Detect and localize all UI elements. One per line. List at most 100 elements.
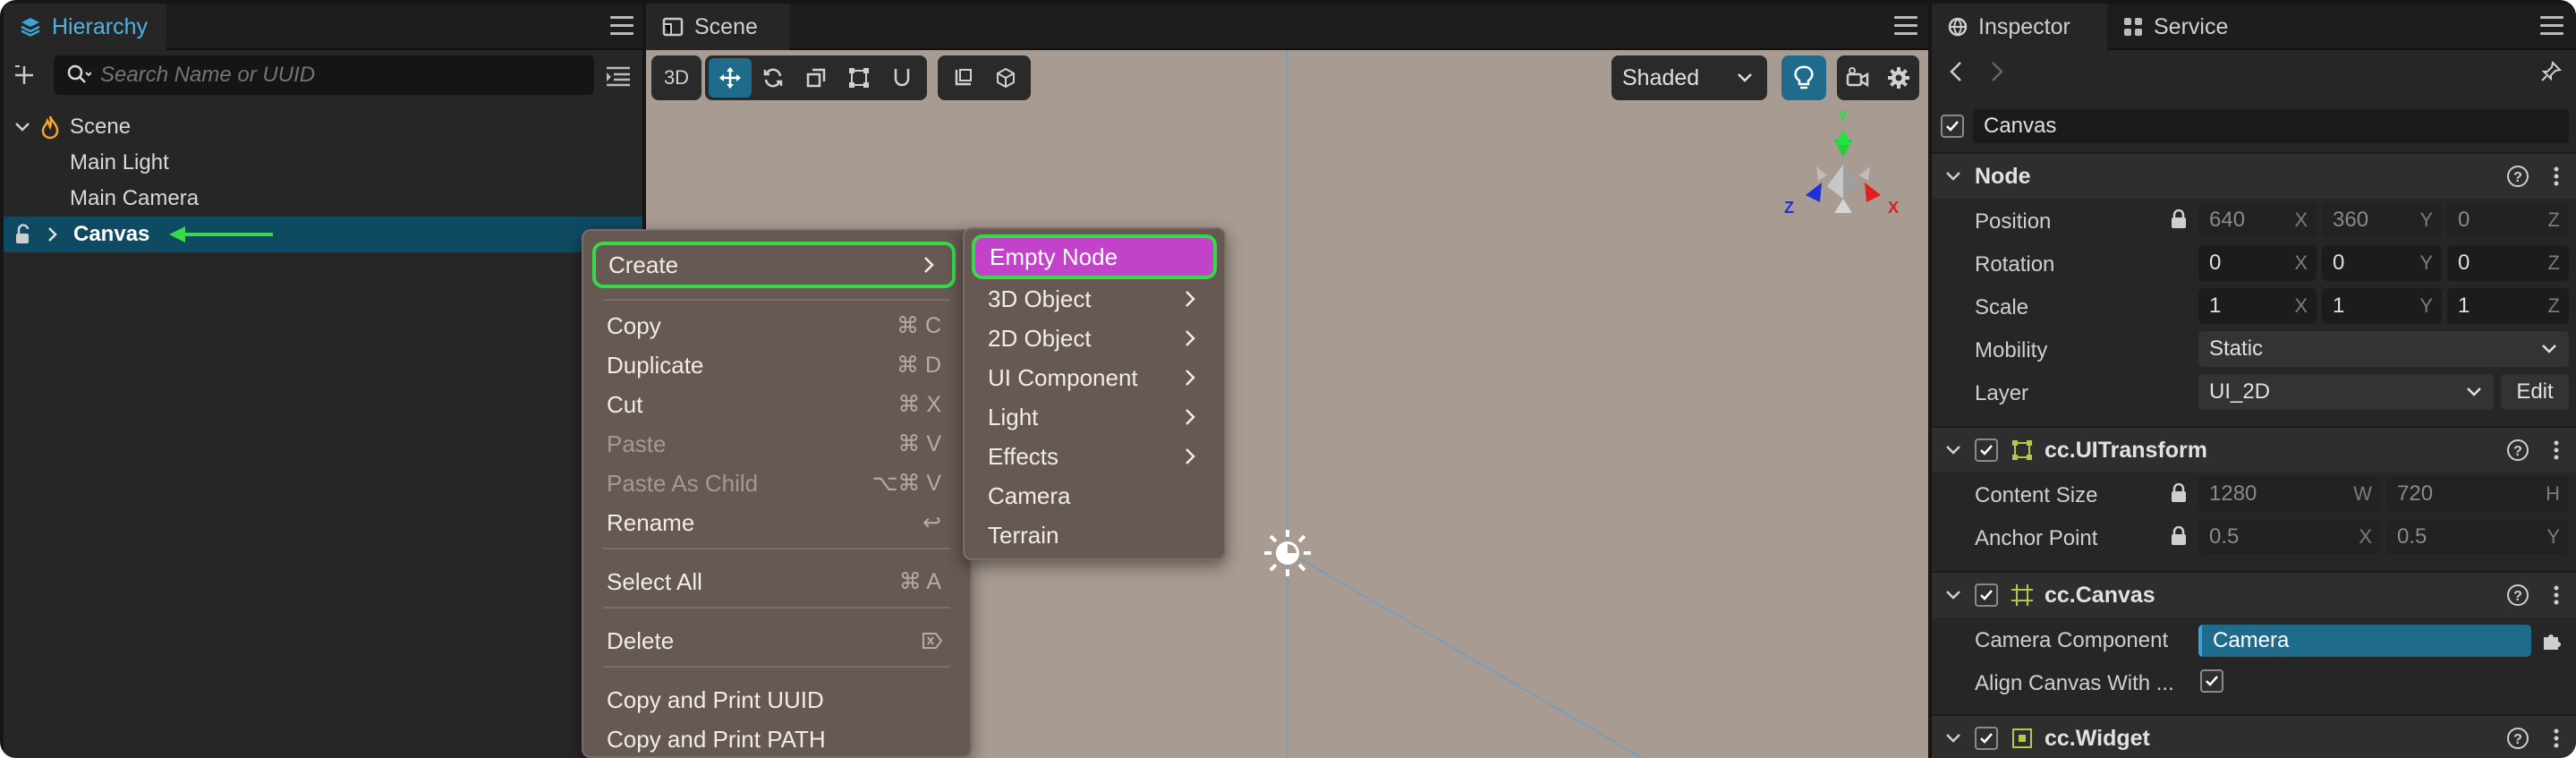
scale-y-field[interactable]: 1Y <box>2322 288 2442 324</box>
scale-z-field[interactable]: 1Z <box>2447 288 2569 324</box>
tab-service[interactable]: Service <box>2107 4 2265 50</box>
scale-tool-button[interactable] <box>795 58 837 98</box>
move-tool-button[interactable] <box>709 58 752 98</box>
camera-component-field[interactable]: Camera <box>2198 625 2531 657</box>
scene-camera-button[interactable] <box>1837 58 1878 98</box>
lighting-toggle-button[interactable] <box>1781 55 1826 100</box>
menu-item-copy-print-uuid[interactable]: Copy and Print UUID <box>583 680 970 720</box>
hierarchy-menu-icon[interactable] <box>610 16 633 38</box>
tree-node-main-light[interactable]: Main Light <box>70 145 169 181</box>
menu-item-duplicate[interactable]: Duplicate ⌘ D <box>583 345 970 385</box>
mobility-select[interactable]: Static <box>2198 331 2569 367</box>
menu-item-select-all[interactable]: Select All ⌘ A <box>583 562 970 601</box>
menu-item-create[interactable]: Create <box>592 242 956 288</box>
puzzle-piece-icon[interactable] <box>2540 630 2562 652</box>
pivot-button[interactable] <box>941 58 984 98</box>
uitransform-enabled-checkbox[interactable] <box>1975 439 1998 462</box>
layer-select[interactable]: UI_2D <box>2198 374 2494 410</box>
help-icon[interactable]: ? <box>2506 727 2529 750</box>
tab-hierarchy[interactable]: Hierarchy <box>4 4 166 50</box>
more-options-icon[interactable] <box>2553 584 2560 606</box>
rotate-tool-button[interactable] <box>752 58 795 98</box>
tab-inspector[interactable]: Inspector <box>1932 4 2107 50</box>
tree-node-main-camera[interactable]: Main Camera <box>70 181 199 217</box>
chevron-down-icon <box>1735 68 1755 88</box>
scale-x-field[interactable]: 1X <box>2198 288 2317 324</box>
tree-node-scene[interactable]: Scene <box>13 109 131 145</box>
scene-settings-button[interactable] <box>1878 58 1919 98</box>
node-name-input[interactable]: Canvas <box>1973 109 2569 143</box>
lock-icon[interactable] <box>2170 526 2188 546</box>
submenu-item-label: 3D Object <box>988 285 1092 312</box>
submenu-item-empty-node[interactable]: Empty Node <box>972 234 1217 279</box>
search-input[interactable] <box>100 59 583 91</box>
canvas-section-header[interactable]: cc.Canvas ? <box>1932 571 2576 617</box>
submenu-item-camera[interactable]: Camera <box>965 476 1224 515</box>
mode-3d-button[interactable]: 3D <box>655 58 698 98</box>
submenu-item-ui-component[interactable]: UI Component <box>965 358 1224 397</box>
tree-node-canvas[interactable]: Canvas <box>4 217 642 252</box>
position-x-field[interactable]: 640 X <box>2198 202 2317 238</box>
collapse-list-icon[interactable] <box>605 63 632 89</box>
content-width-value: 1280 <box>2209 481 2257 506</box>
back-arrow-icon[interactable] <box>1948 61 1964 82</box>
inspector-menu-icon[interactable] <box>2540 16 2563 38</box>
more-options-icon[interactable] <box>2553 166 2560 187</box>
help-icon[interactable]: ? <box>2506 165 2529 188</box>
more-options-icon[interactable] <box>2553 728 2560 749</box>
submenu-item-3d-object[interactable]: 3D Object <box>965 279 1224 319</box>
submenu-item-terrain[interactable]: Terrain <box>965 515 1224 555</box>
unlock-icon[interactable] <box>4 224 36 245</box>
anchor-y-field[interactable]: 0.5 Y <box>2386 519 2569 555</box>
layer-edit-button[interactable]: Edit <box>2501 374 2569 410</box>
local-global-button[interactable] <box>984 58 1027 98</box>
node-active-checkbox[interactable] <box>1941 115 1964 138</box>
rotation-z-field[interactable]: 0Z <box>2447 245 2569 281</box>
orientation-gizmo[interactable]: Y Z X <box>1781 107 1906 229</box>
rect-tool-button[interactable] <box>837 58 880 98</box>
lock-icon[interactable] <box>2170 483 2188 503</box>
add-node-icon[interactable] <box>11 59 38 91</box>
position-y-field[interactable]: 360 Y <box>2322 202 2442 238</box>
submenu-item-light[interactable]: Light <box>965 397 1224 437</box>
menu-item-paste-as-child[interactable]: Paste As Child ⌥⌘ V <box>583 464 970 503</box>
menu-item-rename[interactable]: Rename ↩ <box>583 503 970 542</box>
axis-z-label: Z <box>2547 294 2560 317</box>
menu-item-cut[interactable]: Cut ⌘ X <box>583 385 970 424</box>
uitransform-section-header[interactable]: cc.UITransform ? <box>1932 426 2576 473</box>
forward-arrow-icon[interactable] <box>1989 61 2005 82</box>
menu-item-label: Duplicate <box>607 351 704 379</box>
scene-light-gizmo-icon[interactable] <box>1262 528 1313 578</box>
chevron-right-icon[interactable] <box>36 225 63 244</box>
more-options-icon[interactable] <box>2553 439 2560 461</box>
tab-scene[interactable]: Scene <box>646 4 789 50</box>
menu-item-copy[interactable]: Copy ⌘ C <box>583 306 970 345</box>
rotation-y-field[interactable]: 0Y <box>2322 245 2442 281</box>
align-canvas-checkbox[interactable] <box>2200 669 2223 693</box>
content-height-field[interactable]: 720 H <box>2386 476 2569 512</box>
widget-section-header[interactable]: cc.Widget ? <box>1932 714 2576 758</box>
submenu-item-effects[interactable]: Effects <box>965 437 1224 476</box>
widget-enabled-checkbox[interactable] <box>1975 727 1998 750</box>
canvas-enabled-checkbox[interactable] <box>1975 583 1998 607</box>
menu-item-delete[interactable]: Delete <box>583 621 970 660</box>
snap-tool-button[interactable] <box>880 58 923 98</box>
svg-text:?: ? <box>2513 589 2522 604</box>
rotation-x-field[interactable]: 0X <box>2198 245 2317 281</box>
hierarchy-search-box[interactable] <box>54 55 594 95</box>
shading-select-value: Shaded <box>1622 64 1700 90</box>
menu-item-paste[interactable]: Paste ⌘ V <box>583 424 970 464</box>
anchor-x-field[interactable]: 0.5 X <box>2198 519 2381 555</box>
scene-menu-icon[interactable] <box>1894 16 1917 38</box>
pin-icon[interactable] <box>2540 61 2562 82</box>
chevron-down-icon[interactable] <box>13 117 39 137</box>
content-width-field[interactable]: 1280 W <box>2198 476 2381 512</box>
position-z-field[interactable]: 0Z <box>2447 202 2569 238</box>
help-icon[interactable]: ? <box>2506 439 2529 462</box>
submenu-item-2d-object[interactable]: 2D Object <box>965 319 1224 358</box>
menu-item-copy-print-path[interactable]: Copy and Print PATH <box>583 720 970 758</box>
help-icon[interactable]: ? <box>2506 583 2529 607</box>
node-section-header[interactable]: Node ? <box>1932 152 2576 199</box>
shading-select[interactable]: Shaded <box>1611 55 1767 100</box>
lock-icon[interactable] <box>2170 209 2188 229</box>
